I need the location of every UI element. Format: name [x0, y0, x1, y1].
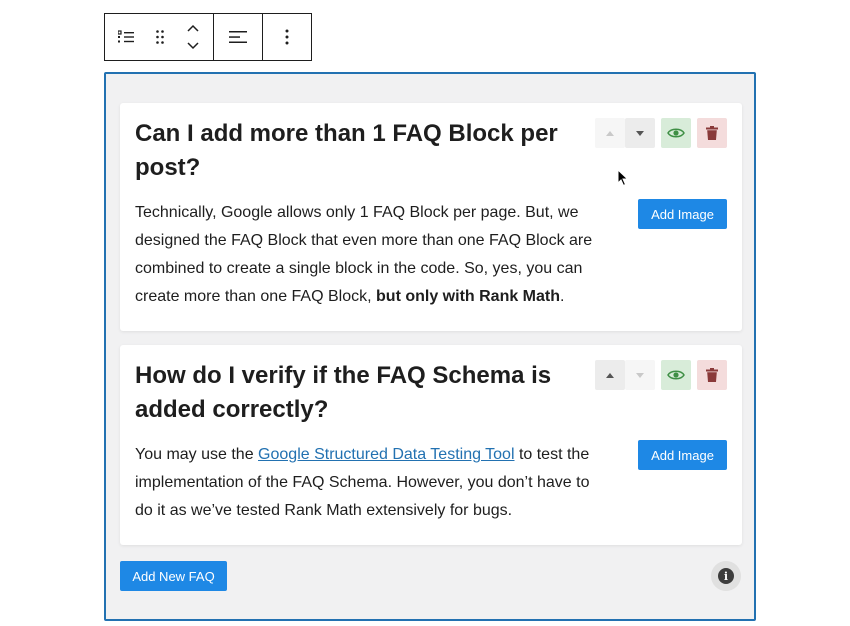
testing-tool-link[interactable]: Google Structured Data Testing Tool [258, 446, 514, 463]
triangle-down-icon [636, 130, 644, 136]
align-icon [229, 31, 247, 43]
toolbar-group-block [105, 14, 214, 60]
chevron-down-icon [187, 42, 199, 50]
faq-question[interactable]: How do I verify if the FAQ Schema is add… [135, 359, 585, 427]
add-image-button[interactable]: Add Image [638, 199, 727, 229]
faq-item: Can I add more than 1 FAQ Block per post… [120, 103, 742, 331]
more-options-icon [285, 29, 289, 45]
visibility-toggle-button[interactable] [661, 118, 691, 148]
move-down-button[interactable] [625, 360, 655, 390]
faq-item: How do I verify if the FAQ Schema is add… [120, 345, 742, 545]
answer-bold-text: but only with Rank Math [376, 288, 561, 305]
info-button[interactable]: i [711, 561, 741, 591]
more-options-button[interactable] [263, 14, 311, 60]
drag-handle-button[interactable] [147, 14, 173, 60]
info-icon: i [718, 568, 734, 584]
block-toolbar [104, 13, 312, 61]
move-up-button[interactable] [595, 360, 625, 390]
add-image-button[interactable]: Add Image [638, 440, 727, 470]
faq-answer[interactable]: You may use the Google Structured Data T… [135, 441, 610, 525]
delete-faq-button[interactable] [697, 360, 727, 390]
triangle-up-icon [606, 372, 614, 378]
eye-icon [667, 370, 685, 380]
block-mover [173, 14, 213, 60]
move-up-button[interactable] [179, 19, 207, 37]
trash-icon [706, 368, 718, 382]
triangle-down-icon [636, 372, 644, 378]
list-view-button[interactable] [105, 14, 147, 60]
move-down-button[interactable] [625, 118, 655, 148]
faq-block: Can I add more than 1 FAQ Block per post… [104, 72, 756, 621]
faq-controls [595, 118, 727, 148]
move-down-button[interactable] [179, 37, 207, 55]
faq-question[interactable]: Can I add more than 1 FAQ Block per post… [135, 117, 585, 185]
trash-icon [706, 126, 718, 140]
align-button[interactable] [214, 14, 262, 60]
answer-end-text: . [560, 288, 565, 305]
list-view-icon [118, 30, 134, 43]
toolbar-group-align [214, 14, 263, 60]
eye-icon [667, 128, 685, 138]
delete-faq-button[interactable] [697, 118, 727, 148]
mouse-cursor-icon [617, 169, 629, 187]
chevron-up-icon [187, 24, 199, 32]
answer-text: You may use the [135, 446, 259, 463]
triangle-up-icon [606, 130, 614, 136]
toolbar-group-more [263, 14, 311, 60]
faq-controls [595, 360, 727, 390]
faq-answer[interactable]: Technically, Google allows only 1 FAQ Bl… [135, 199, 610, 311]
add-new-faq-button[interactable]: Add New FAQ [120, 561, 227, 591]
visibility-toggle-button[interactable] [661, 360, 691, 390]
drag-handle-icon [156, 30, 164, 44]
move-up-button[interactable] [595, 118, 625, 148]
